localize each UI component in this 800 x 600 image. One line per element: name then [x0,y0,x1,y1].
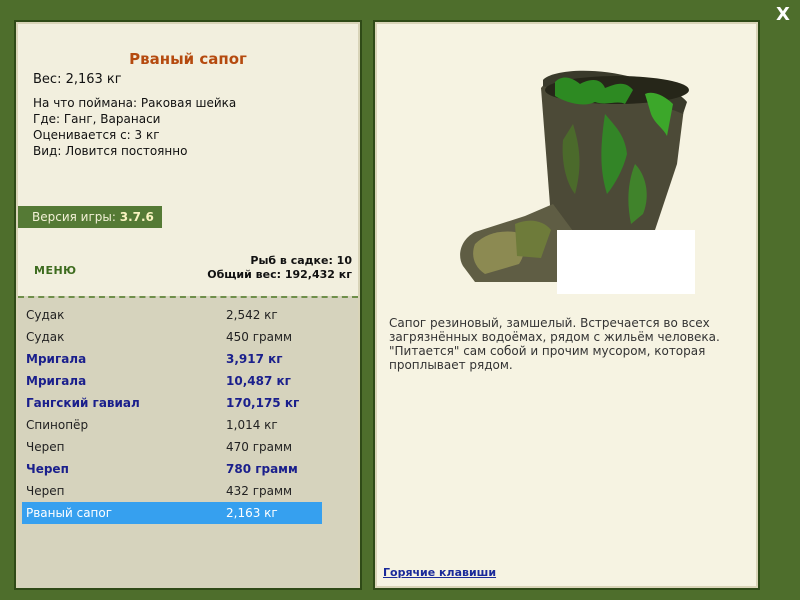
keepnet-list: Судак 2,542 кг Судак 450 грамм Мригала 3,917 … [18,296,358,588]
fish-weight: Вес: 2,163 кг [33,72,122,87]
keepnet-fish-weight: 432 грамм [226,484,293,498]
boot-image [460,70,695,294]
keepnet-fish-name: Череп [26,462,69,476]
keepnet-fish-name: Рваный сапог [26,506,113,520]
keepnet-fish-weight: 170,175 кг [226,396,300,410]
fish-valued-from: Оценивается с: 3 кг [33,128,160,142]
hotkeys-link[interactable]: Горячие клавиши [383,566,496,579]
keepnet-total-weight: Общий вес: 192,432 кг [207,268,352,281]
keepnet-row[interactable]: Череп 780 грамм [22,458,322,480]
keepnet-fish-name: Спинопёр [26,418,89,432]
fish-title: Рваный сапог [129,50,247,68]
keepnet-fish-name: Мригала [26,352,87,366]
keepnet-row[interactable]: Мригала 3,917 кг [22,348,322,370]
keepnet-fish-name: Мригала [26,374,87,388]
version-label: Версия игры: [32,210,116,224]
keepnet-fish-weight: 2,163 кг [226,506,278,520]
keepnet-fish-name: Гангский гавиал [26,396,140,410]
game-version-badge: Версия игры: 3.7.6 [18,206,162,228]
close-button[interactable]: X [774,4,792,26]
keepnet-fish-name: Судак [26,308,65,322]
fish-image-panel: Сапог резиновый, замшелый. Встречается в… [373,20,760,590]
keepnet-fish-weight: 1,014 кг [226,418,278,432]
keepnet-fish-weight: 470 грамм [226,440,293,454]
fish-info-panel: Рваный сапог Вес: 2,163 кг На что пойман… [14,20,362,590]
keepnet-row[interactable]: Череп 432 грамм [22,480,322,502]
menu-button[interactable]: МЕНЮ [34,264,77,277]
keepnet-fish-name: Судак [26,330,65,344]
version-value: 3.7.6 [119,210,154,224]
keepnet-row[interactable]: Спинопёр 1,014 кг [22,414,322,436]
keepnet-fish-weight: 3,917 кг [226,352,283,366]
fish-bait: На что поймана: Раковая шейка [33,96,237,110]
keepnet-row[interactable]: Судак 450 грамм [22,326,322,348]
keepnet-fish-weight: 450 грамм [226,330,293,344]
fish-kind: Вид: Ловится постоянно [33,144,188,158]
keepnet-fish-name: Череп [26,440,65,454]
keepnet-fish-name: Череп [26,484,65,498]
keepnet-row[interactable]: Судак 2,542 кг [22,304,322,326]
fish-location: Где: Ганг, Варанаси [33,112,161,126]
keepnet-count: Рыб в садке: 10 [250,254,352,267]
keepnet-fish-weight: 10,487 кг [226,374,291,388]
keepnet-row[interactable]: Гангский гавиал 170,175 кг [22,392,322,414]
keepnet-fish-weight: 2,542 кг [226,308,278,322]
keepnet-row[interactable]: Череп 470 грамм [22,436,322,458]
keepnet-row[interactable]: Мригала 10,487 кг [22,370,322,392]
keepnet-fish-weight: 780 грамм [226,462,298,476]
keepnet-row-selected[interactable]: Рваный сапог 2,163 кг [22,502,322,524]
fish-description: Сапог резиновый, замшелый. Встречается в… [389,316,720,372]
